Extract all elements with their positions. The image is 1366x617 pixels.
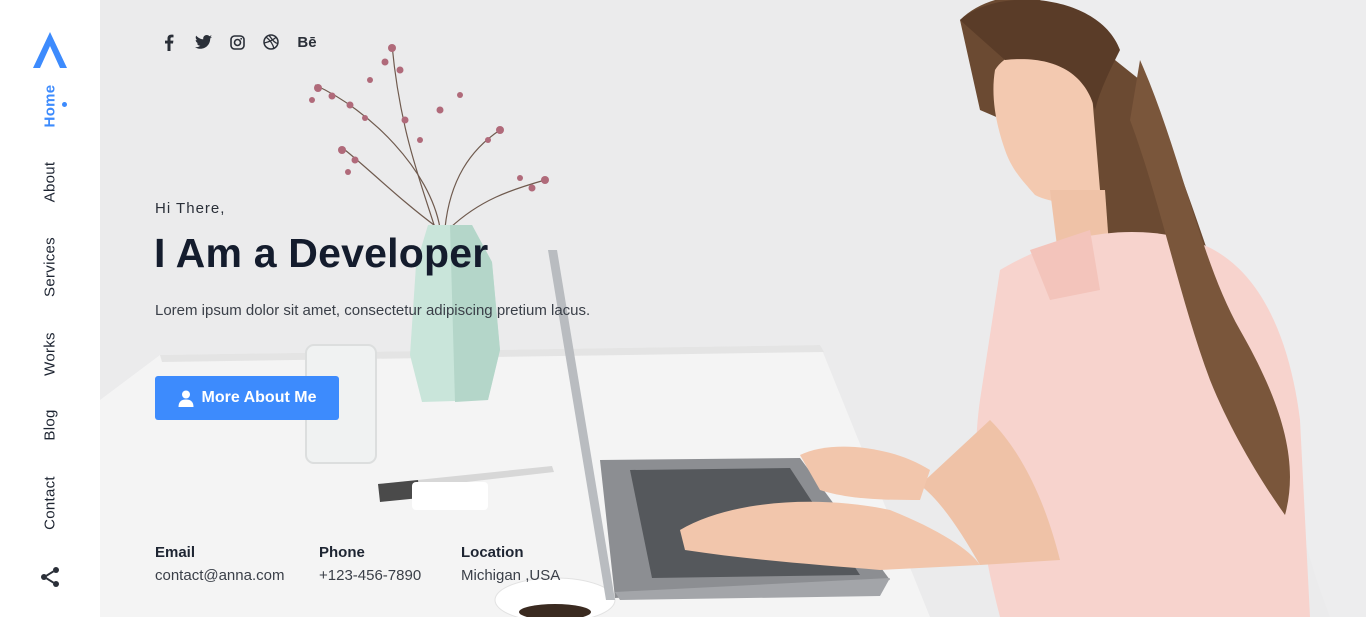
social-links: Bē — [152, 32, 326, 52]
nav-item-works[interactable]: Works — [42, 332, 59, 376]
hero-section: Bē Hi There, I Am a Developer Lorem ipsu… — [100, 0, 1366, 617]
nav-item-services[interactable]: Services — [42, 237, 59, 297]
contact-location: Location Michigan ,USA — [461, 544, 560, 584]
contact-email-label: Email — [155, 544, 196, 561]
nav-item-about[interactable]: About — [42, 162, 59, 203]
more-about-me-label: More About Me — [201, 389, 317, 406]
twitter-icon[interactable] — [186, 32, 220, 52]
user-icon — [178, 390, 194, 407]
contact-email-value[interactable]: contact@anna.com — [155, 567, 284, 584]
facebook-icon[interactable] — [152, 32, 186, 52]
contact-phone-label: Phone — [319, 544, 365, 561]
active-indicator-dot — [62, 102, 67, 107]
contact-location-value: Michigan ,USA — [461, 567, 561, 584]
contact-email: Email contact@anna.com — [155, 544, 284, 584]
logo-icon[interactable] — [33, 32, 67, 68]
nav-item-home[interactable]: Home — [42, 85, 59, 128]
share-icon[interactable] — [38, 565, 62, 589]
instagram-icon[interactable] — [220, 32, 254, 52]
more-about-me-button[interactable]: More About Me — [155, 376, 339, 420]
dribbble-icon[interactable] — [254, 32, 288, 52]
sidebar: Home About Services Works Blog Contact — [0, 0, 100, 617]
nav-item-blog[interactable]: Blog — [42, 409, 59, 440]
greeting-text: Hi There, — [155, 200, 226, 217]
nav-item-contact[interactable]: Contact — [42, 476, 59, 530]
page-title: I Am a Developer — [154, 230, 489, 276]
behance-icon[interactable]: Bē — [288, 32, 326, 52]
contact-location-label: Location — [461, 544, 524, 561]
intro-text: Lorem ipsum dolor sit amet, consectetur … — [155, 302, 591, 319]
contact-phone-value[interactable]: +123-456-7890 — [319, 567, 421, 584]
contact-phone: Phone +123-456-7890 — [319, 544, 421, 584]
